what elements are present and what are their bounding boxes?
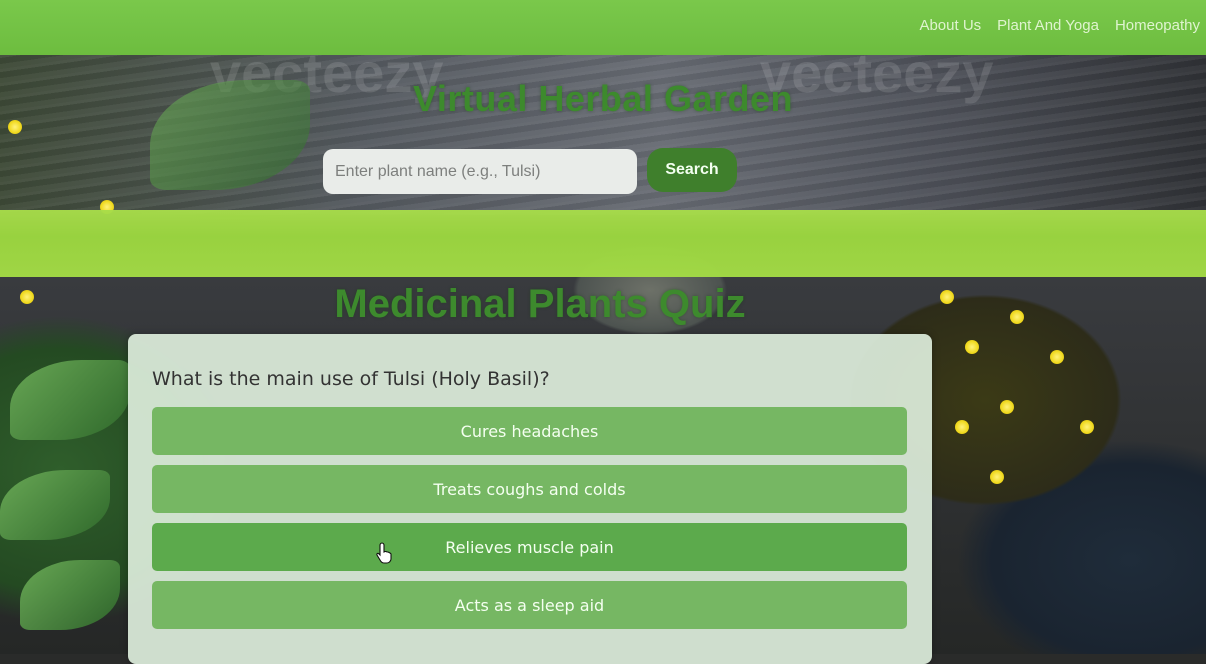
quiz-option-1[interactable]: Cures headaches: [152, 407, 907, 455]
flower-decoration: [1050, 350, 1064, 364]
leaf-decoration: [0, 470, 110, 540]
flower-decoration: [955, 420, 969, 434]
flower-decoration: [8, 120, 22, 134]
quiz-card: What is the main use of Tulsi (Holy Basi…: [128, 334, 932, 664]
plant-search-input[interactable]: [323, 149, 637, 194]
flower-decoration: [965, 340, 979, 354]
hand-pointer-icon: [376, 542, 392, 564]
nav-homeopathy-link[interactable]: Homeopathy: [1115, 17, 1200, 34]
top-navbar: About Us Plant And Yoga Homeopathy: [0, 0, 1206, 55]
leaf-decoration: [20, 560, 120, 630]
flower-decoration: [990, 470, 1004, 484]
search-button[interactable]: Search: [647, 148, 737, 192]
quiz-option-3[interactable]: Relieves muscle pain: [152, 523, 907, 571]
leaf-decoration: [10, 360, 130, 440]
lime-band: [0, 210, 1206, 277]
flower-decoration: [1000, 400, 1014, 414]
nav-plant-and-yoga-link[interactable]: Plant And Yoga: [997, 17, 1099, 34]
nav-about-us-link[interactable]: About Us: [919, 17, 981, 34]
quiz-title: Medicinal Plants Quiz: [334, 282, 746, 326]
flower-decoration: [1080, 420, 1094, 434]
nav-links: About Us Plant And Yoga Homeopathy: [919, 17, 1200, 34]
quiz-question: What is the main use of Tulsi (Holy Basi…: [152, 368, 550, 390]
quiz-option-2[interactable]: Treats coughs and colds: [152, 465, 907, 513]
site-title: Virtual Herbal Garden: [413, 78, 793, 119]
quiz-option-4[interactable]: Acts as a sleep aid: [152, 581, 907, 629]
